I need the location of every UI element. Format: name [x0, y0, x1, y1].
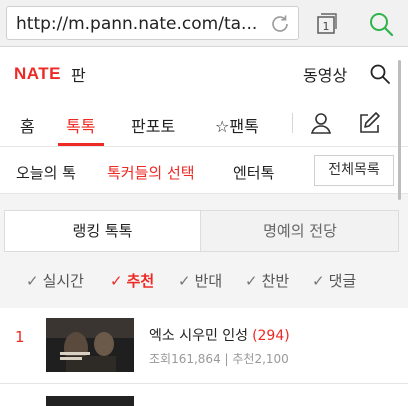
- post-thumbnail[interactable]: [46, 318, 134, 372]
- logo-text: NATE: [14, 64, 62, 83]
- nav-active-indicator: [58, 143, 104, 146]
- tab-count: 1: [323, 20, 330, 33]
- filter-realtime[interactable]: ✓ 실시간: [26, 270, 84, 291]
- check-icon: ✓: [312, 272, 325, 290]
- filter-label: 찬반: [261, 272, 290, 290]
- write-icon[interactable]: [356, 110, 382, 136]
- nate-logo[interactable]: NATE: [14, 64, 61, 84]
- browser-toolbar: http://m.pann.nate.com/ta... 1: [0, 0, 408, 47]
- check-icon: ✓: [178, 272, 191, 290]
- header-search-icon[interactable]: [369, 63, 391, 85]
- list-item[interactable]: 1 엑소 시우민 인성 (294) 조회161,864 | 추천2,100: [0, 308, 408, 384]
- nav-fantalk[interactable]: ☆팬톡: [215, 113, 259, 137]
- sort-filters: ✓ 실시간 ✓ 추천 ✓ 반대 ✓ 찬반 ✓ 댓글: [0, 270, 408, 294]
- filter-pros-cons[interactable]: ✓ 찬반: [245, 270, 289, 291]
- subnav-enter-talk[interactable]: 엔터톡: [233, 162, 274, 183]
- reload-icon[interactable]: [268, 12, 292, 36]
- post-meta: 조회161,864 | 추천2,100: [149, 352, 289, 366]
- subnav-talkers-choice[interactable]: 톡커들의 선택: [107, 162, 195, 183]
- tab-ranking-toktok[interactable]: 랭킹 톡톡: [5, 211, 201, 251]
- filter-comments[interactable]: ✓ 댓글: [312, 270, 356, 291]
- nav-toktok[interactable]: 톡톡: [66, 113, 95, 137]
- tabs-icon[interactable]: 1: [313, 11, 339, 37]
- scrollbar[interactable]: [398, 60, 401, 200]
- comment-count: (294): [252, 328, 290, 344]
- site-header: NATE 판 동영상: [0, 47, 408, 99]
- post-thumbnail[interactable]: [46, 396, 134, 406]
- filter-recommend[interactable]: ✓ 추천: [110, 270, 154, 291]
- filter-label: 반대: [194, 272, 223, 290]
- filter-oppose[interactable]: ✓ 반대: [178, 270, 222, 291]
- post-title-text: 엑소 시우민 인성: [149, 328, 249, 344]
- url-text[interactable]: http://m.pann.nate.com/ta...: [16, 14, 257, 34]
- post-title[interactable]: 엑소 시우민 인성 (294): [149, 325, 290, 345]
- segment-tabs: 랭킹 톡톡 명예의 전당: [4, 210, 399, 252]
- user-icon[interactable]: [309, 111, 333, 135]
- subnav-today-talk[interactable]: 오늘의 톡: [16, 162, 76, 183]
- nav-pannphoto[interactable]: 판포토: [131, 113, 175, 137]
- main-nav: 홈 톡톡 판포토 ☆팬톡: [0, 99, 408, 147]
- check-icon: ✓: [26, 272, 39, 290]
- check-icon: ✓: [110, 272, 123, 290]
- search-icon[interactable]: [366, 9, 396, 39]
- logo-pann[interactable]: 판: [71, 62, 86, 86]
- filter-label: 추천: [126, 272, 155, 290]
- rank-number: 1: [15, 328, 25, 346]
- video-link[interactable]: 동영상: [303, 62, 347, 86]
- ranking-panel: 랭킹 톡톡 명예의 전당 ✓ 실시간 ✓ 추천 ✓ 반대 ✓ 찬반 ✓ 댓글: [0, 194, 408, 308]
- check-icon: ✓: [245, 272, 258, 290]
- address-bar[interactable]: http://m.pann.nate.com/ta...: [6, 6, 299, 40]
- filter-label: 댓글: [328, 272, 357, 290]
- ranking-list: 1 엑소 시우민 인성 (294) 조회161,864 | 추천2,100: [0, 308, 408, 406]
- filter-label: 실시간: [42, 272, 84, 290]
- tab-hall-of-fame[interactable]: 명예의 전당: [202, 211, 398, 251]
- nav-divider: [292, 113, 293, 133]
- all-list-button[interactable]: 전체목록: [314, 155, 394, 186]
- sub-nav: 오늘의 톡 톡커들의 선택 엔터톡 전체목록: [0, 147, 408, 194]
- nav-home[interactable]: 홈: [20, 113, 35, 137]
